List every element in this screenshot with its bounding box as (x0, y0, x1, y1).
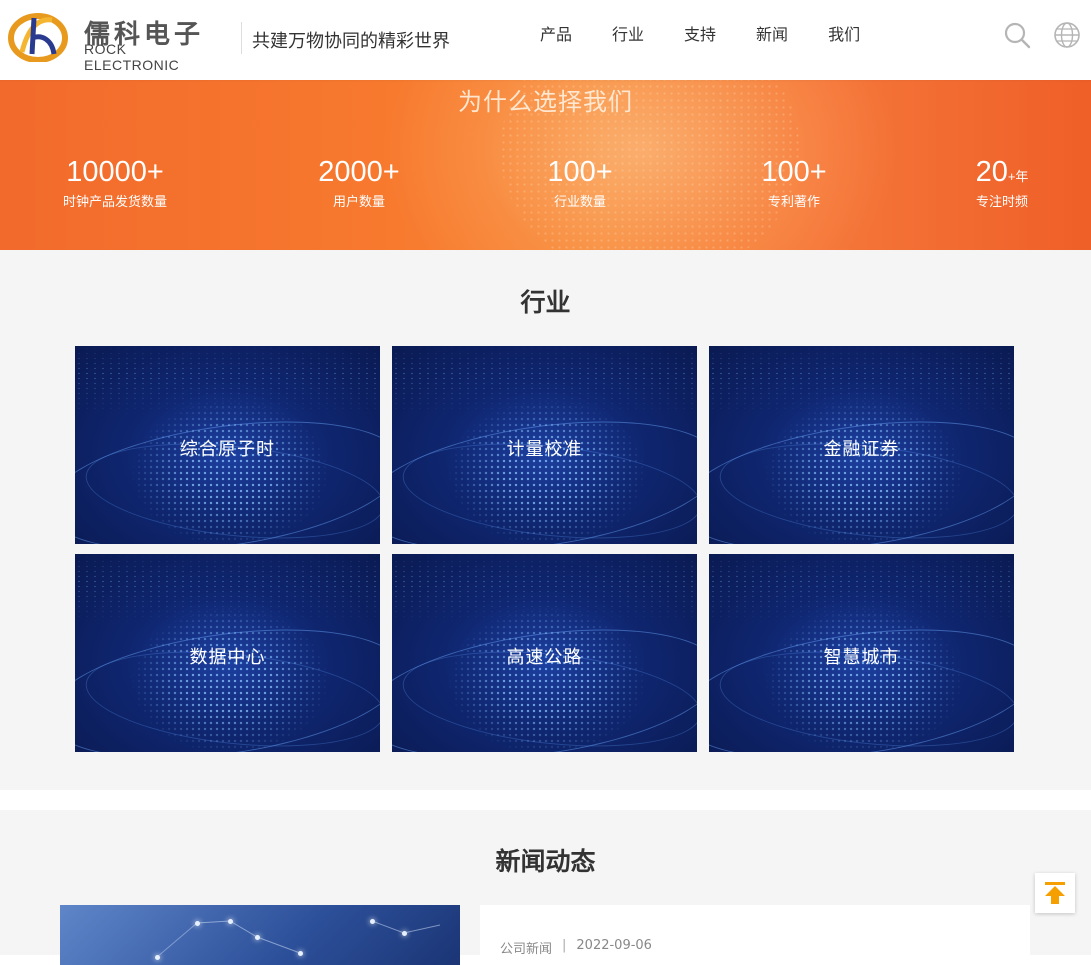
news-date: 2022-09-06 (576, 938, 652, 953)
stat-label: 专注时频 (975, 195, 1028, 210)
industry-card[interactable]: 高速公路 (392, 554, 697, 752)
industry-card-label: 智慧城市 (823, 647, 900, 668)
nav-item-industry[interactable]: 行业 (612, 24, 644, 46)
logo[interactable]: 儒科电子 ROCK ELECTRONIC (8, 8, 223, 73)
industry-card-label: 金融证券 (823, 439, 900, 460)
nav-item-products[interactable]: 产品 (540, 24, 572, 46)
news-thumbnail[interactable] (60, 905, 460, 965)
industry-card[interactable]: 计量校准 (392, 346, 697, 544)
industry-title: 行业 (520, 288, 571, 317)
industry-card[interactable]: 智慧城市 (709, 554, 1014, 752)
stat-value: 100+ (761, 156, 827, 188)
nav-item-about[interactable]: 我们 (828, 24, 860, 46)
arrow-up-icon (1045, 882, 1065, 904)
stat-value: 2000+ (318, 156, 400, 188)
stat-label: 时钟产品发货数量 (62, 195, 167, 210)
stat-label: 用户数量 (332, 195, 385, 210)
stat-shipments: 10000+ 时钟产品发货数量 (55, 156, 175, 212)
stat-patents: 100+ 专利著作 (734, 156, 854, 212)
logo-english-name: ROCK ELECTRONIC (84, 41, 180, 73)
nav-item-news[interactable]: 新闻 (756, 24, 788, 46)
search-icon[interactable] (1002, 20, 1032, 50)
news-category[interactable]: 公司新闻 (500, 938, 552, 957)
main-nav: 产品 行业 支持 新闻 我们 (540, 24, 900, 46)
stat-industries: 100+ 行业数量 (520, 156, 640, 212)
slogan: 共建万物协同的精彩世界 (252, 31, 450, 52)
industry-card-label: 计量校准 (506, 439, 583, 460)
stat-users: 2000+ 用户数量 (299, 156, 419, 212)
news-meta-separator: | (562, 938, 567, 953)
back-to-top-button[interactable] (1035, 873, 1075, 913)
why-choose-us-banner: 为什么选择我们 10000+ 时钟产品发货数量 2000+ 用户数量 100+ … (0, 80, 1091, 250)
globe-icon[interactable] (1053, 20, 1081, 50)
card-globe (764, 606, 964, 752)
news-meta: 公司新闻 | 2022-09-06 (500, 938, 652, 957)
industry-section: 行业 综合原子时 计量校准 金融证券 数据中心 高速公路 智慧城市 (0, 250, 1091, 790)
industry-card-label: 数据中心 (189, 647, 266, 668)
site-header: 儒科电子 ROCK ELECTRONIC 共建万物协同的精彩世界 产品 行业 支… (0, 0, 1091, 80)
news-title: 新闻动态 (495, 847, 596, 876)
industry-card-label: 高速公路 (506, 647, 583, 668)
stat-years: 20+年 专注时频 (952, 156, 1052, 212)
stat-value: 20+年 (975, 156, 1029, 188)
industry-card-label: 综合原子时 (180, 439, 275, 460)
card-globe (130, 606, 330, 752)
news-item[interactable]: 公司新闻 | 2022-09-06 (480, 905, 1030, 965)
card-globe (764, 398, 964, 544)
stat-value: 10000+ (66, 156, 164, 188)
card-globe (447, 398, 647, 544)
card-globe (130, 398, 330, 544)
banner-title: 为什么选择我们 (458, 88, 633, 116)
industry-card[interactable]: 综合原子时 (75, 346, 380, 544)
card-globe (447, 606, 647, 752)
header-divider (241, 22, 242, 54)
stat-label: 专利著作 (767, 195, 820, 210)
nav-item-support[interactable]: 支持 (684, 24, 716, 46)
stat-value: 100+ (547, 156, 613, 188)
stat-label: 行业数量 (553, 195, 606, 210)
news-section: 新闻动态 公司新闻 | 2022-09-06 (0, 810, 1091, 965)
industry-card[interactable]: 金融证券 (709, 346, 1014, 544)
industry-card[interactable]: 数据中心 (75, 554, 380, 752)
logo-mark-icon (8, 13, 68, 62)
network-lines (156, 920, 441, 958)
